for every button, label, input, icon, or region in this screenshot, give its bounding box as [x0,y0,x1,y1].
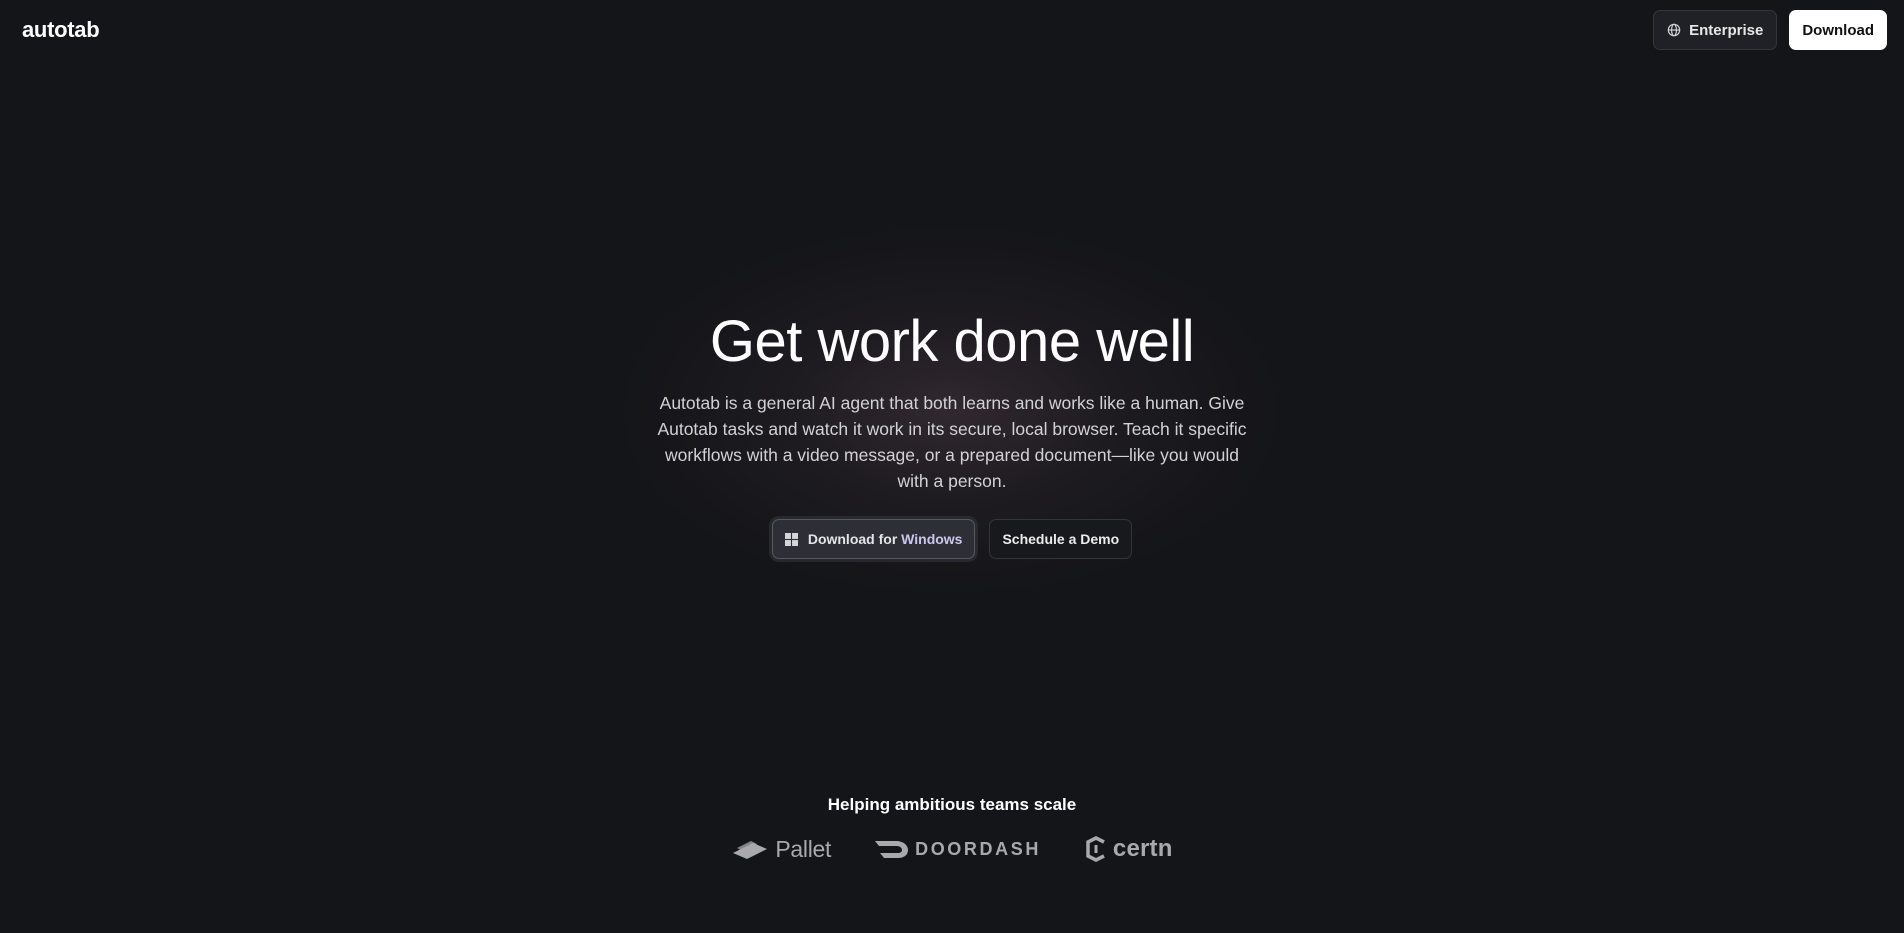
globe-icon [1667,23,1681,37]
logos-row: Pallet DOORDASH certn [731,835,1172,863]
certn-logo: certn [1085,835,1173,863]
page: autotab Enterprise Download Get work don… [0,0,1904,933]
site-logo[interactable]: autotab [22,17,100,43]
schedule-demo-button[interactable]: Schedule a Demo [989,519,1133,559]
cta-row: Download for Windows Schedule a Demo [771,519,1133,559]
enterprise-label: Enterprise [1689,21,1764,39]
windows-icon [784,532,798,546]
download-windows-label: Download for Windows [808,531,963,547]
download-os: Windows [901,531,963,547]
pallet-wordmark: Pallet [775,835,832,862]
nav-actions: Enterprise Download [1653,10,1887,50]
hero-title: Get work done well [709,309,1195,374]
hero-description: Autotab is a general AI agent that both … [657,393,1247,491]
doordash-wordmark: DOORDASH [915,838,1041,859]
pallet-logo: Pallet [731,836,831,863]
certn-wordmark: certn [1112,835,1173,862]
logos-title: Helping ambitious teams scale [827,795,1077,814]
doordash-mark-icon [875,840,909,858]
enterprise-button[interactable]: Enterprise [1653,10,1778,50]
doordash-logo: DOORDASH [875,839,1041,860]
top-nav: autotab Enterprise Download [0,0,1904,60]
download-prefix: Download for [807,531,898,547]
pallet-mark-icon [731,839,769,859]
certn-mark-icon [1085,836,1107,862]
hero-section: Get work done well Autotab is a general … [0,305,1904,559]
download-windows-button[interactable]: Download for Windows [771,519,976,559]
customer-logos-section: Helping ambitious teams scale Pallet DOO… [0,795,1904,863]
download-button[interactable]: Download [1789,10,1887,50]
